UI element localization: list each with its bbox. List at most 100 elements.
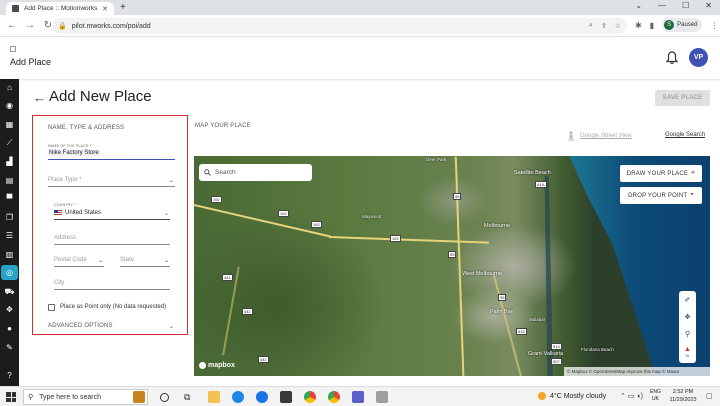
places-target-icon[interactable]: ◎: [1, 265, 18, 280]
location-pin-icon[interactable]: ⚲: [685, 330, 690, 338]
mapbox-mark-icon: [199, 362, 206, 369]
save-place-button[interactable]: SAVE PLACE: [655, 90, 710, 106]
address-input[interactable]: Address: [54, 235, 170, 245]
ruler-icon[interactable]: ✐: [685, 296, 691, 304]
wrench-icon[interactable]: ✎: [4, 342, 15, 353]
chrome-icon[interactable]: [304, 391, 316, 403]
mapbox-logo-text: mapbox: [208, 362, 235, 369]
map-search-placeholder: Search: [215, 169, 236, 176]
edge-app-icon[interactable]: [256, 391, 268, 403]
maximize-icon[interactable]: ☐: [682, 1, 689, 10]
back-arrow-icon[interactable]: ←: [33, 90, 46, 105]
page-title: Add New Place: [49, 88, 152, 105]
paint-icon[interactable]: [376, 391, 388, 403]
street-view-text[interactable]: Google Street View: [580, 133, 632, 139]
file-explorer-icon[interactable]: [208, 391, 220, 403]
list-icon[interactable]: ☰: [4, 230, 15, 241]
map-label-melbourne: Melbourne: [484, 223, 510, 229]
billboard-icon[interactable]: ▀: [4, 193, 15, 204]
new-tab-button[interactable]: +: [120, 2, 126, 13]
drop-your-point-button[interactable]: DROP YOUR POINT ⌖: [620, 187, 702, 204]
profile-button[interactable]: S Paused: [662, 18, 703, 32]
share-icon[interactable]: ⇪: [601, 22, 607, 30]
draw-your-place-button[interactable]: DRAW YOUR PLACE ⟡: [620, 165, 702, 182]
trend-icon[interactable]: ⟋: [4, 137, 15, 148]
postal-code-select[interactable]: Postal Code ⌄: [54, 257, 104, 267]
lock-icon[interactable]: 🔒: [58, 22, 67, 30]
profile-status: Paused: [677, 22, 698, 28]
copy-icon[interactable]: ❐: [4, 212, 15, 223]
grid-icon[interactable]: ▦: [4, 119, 15, 130]
sidepanel-icon[interactable]: ▮: [650, 21, 654, 30]
place-name-input[interactable]: Nike Factory Store: [48, 150, 175, 160]
zoom-icon[interactable]: ⌕: [589, 22, 593, 30]
language-indicator[interactable]: ENG UK: [650, 389, 661, 403]
person-icon[interactable]: ●: [4, 323, 15, 334]
tab-close-icon[interactable]: ✕: [102, 5, 108, 13]
address-bar[interactable]: 🔒 pilot.mworks.com/poi/add ⌕ ⇪ ☆: [52, 18, 627, 34]
user-avatar[interactable]: VP: [689, 48, 708, 67]
task-view-icon[interactable]: ⧉: [184, 391, 196, 403]
home-icon[interactable]: ⌂: [4, 82, 15, 93]
road-shield: 192: [211, 196, 222, 203]
google-search-link[interactable]: Google Search: [665, 132, 705, 138]
address-placeholder: Address: [54, 235, 77, 241]
chart-icon[interactable]: ▥: [4, 249, 15, 260]
extensions-icon[interactable]: ✱: [635, 21, 642, 30]
notifications-icon[interactable]: ▢: [706, 392, 713, 400]
weather-widget[interactable]: 4°C Mostly cloudy: [538, 392, 606, 400]
us-flag-icon: [54, 210, 62, 215]
compass-north-icon[interactable]: ▲ N: [684, 346, 691, 359]
country-select[interactable]: United States ⌄: [54, 210, 170, 220]
url-text[interactable]: pilot.mworks.com/poi/add: [72, 23, 589, 30]
cortana-icon[interactable]: [160, 393, 169, 402]
compass-label: N: [686, 352, 689, 358]
chrome-profile-icon[interactable]: [328, 391, 340, 403]
document-icon[interactable]: ▤: [4, 175, 15, 186]
widgets-app-icon[interactable]: [133, 391, 145, 403]
chevron-down-icon[interactable]: ⌄: [169, 323, 174, 330]
city-placeholder: City: [54, 280, 65, 286]
taskbar-clock[interactable]: 2:52 PM 11/29/2023: [665, 389, 701, 404]
minimize-icon[interactable]: —: [658, 1, 666, 10]
pan-move-icon[interactable]: ✥: [685, 313, 691, 321]
state-select[interactable]: State ⌄: [120, 257, 170, 267]
place-type-select[interactable]: Place Type * ⌄: [48, 177, 175, 187]
move-icon[interactable]: ✥: [4, 304, 15, 315]
forward-icon[interactable]: →: [24, 20, 36, 31]
map-search-input[interactable]: Search: [199, 164, 312, 181]
language-region: UK: [651, 396, 659, 402]
map-road: [493, 274, 524, 376]
city-input[interactable]: City: [54, 280, 170, 290]
system-tray[interactable]: ⌃ ▭ ◖): [620, 392, 643, 400]
place-type-placeholder: Place Type *: [48, 177, 82, 183]
app-header: Add Place VP: [0, 37, 720, 79]
taskbar-search-input[interactable]: ⚲ Type here to search: [23, 389, 148, 405]
road-shield: 95: [498, 294, 507, 301]
satellite-map[interactable]: 192 192 192 192 95 95 95 441 441 441 A1A…: [194, 156, 710, 376]
bookmark-star-icon[interactable]: ☆: [615, 22, 621, 30]
help-icon[interactable]: ?: [4, 370, 15, 381]
vehicle-icon[interactable]: ⛟: [4, 286, 15, 297]
edge-browser-icon[interactable]: [232, 391, 244, 403]
left-sidebar: ⌂ ◉ ▦ ⟋ ▟ ▤ ▀ ❐ ☰ ▥ ◎ ⛟ ✥ ● ✎ ?: [0, 79, 19, 386]
store-icon[interactable]: [280, 391, 292, 403]
close-window-icon[interactable]: ✕: [705, 1, 712, 10]
tab-title: Add Place :: Motionworks: [24, 5, 98, 12]
header-title: Add Place: [10, 57, 52, 67]
advanced-options-toggle[interactable]: ADVANCED OPTIONS: [48, 323, 113, 329]
point-only-checkbox[interactable]: [48, 304, 55, 311]
teams-icon[interactable]: [352, 391, 364, 403]
compass-icon[interactable]: ◉: [4, 100, 15, 111]
notification-bell-icon[interactable]: [666, 51, 678, 65]
chevron-down-icon[interactable]: ⌄: [635, 1, 642, 10]
building-icon[interactable]: ▟: [4, 156, 15, 167]
menu-kebab-icon[interactable]: ⋮: [710, 21, 718, 30]
windows-start-icon[interactable]: [6, 392, 16, 402]
polygon-draw-icon: ⟡: [691, 170, 696, 176]
map-attribution[interactable]: © Mapbox © OpenStreetMap Improve this ma…: [564, 367, 710, 376]
street-view-link[interactable]: Google Street View: [567, 131, 632, 141]
road-shield: 95: [448, 251, 457, 258]
browser-tab[interactable]: Add Place :: Motionworks ✕: [6, 2, 114, 15]
back-icon[interactable]: ←: [6, 20, 18, 31]
